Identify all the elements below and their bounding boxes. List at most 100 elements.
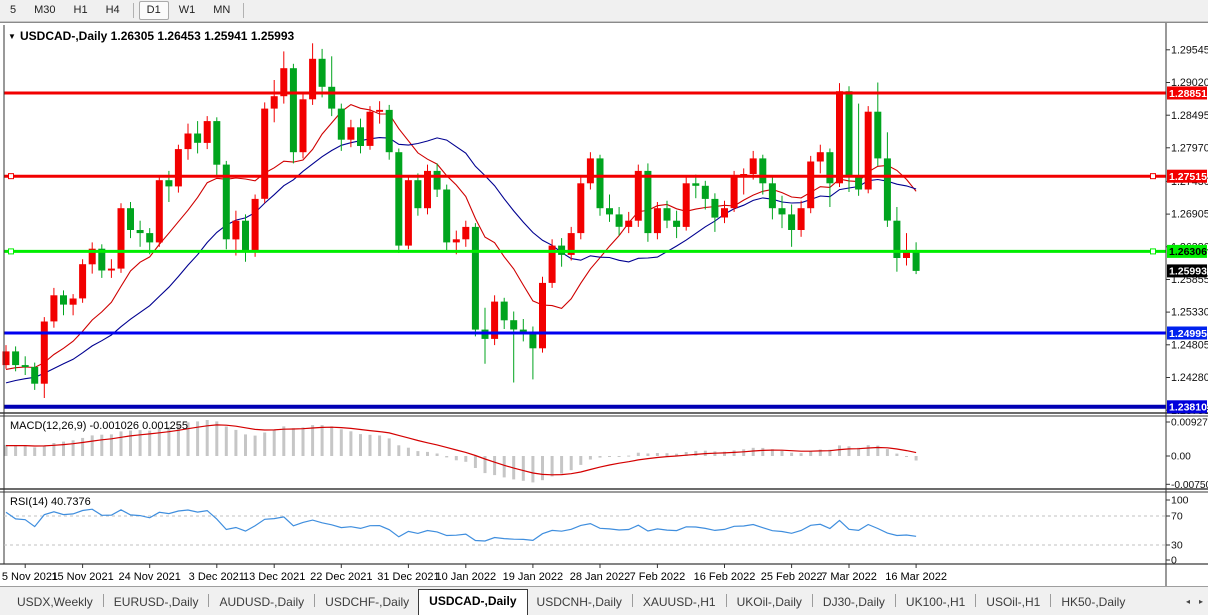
- tab-eurusd-daily[interactable]: EURUSD-,Daily: [105, 590, 208, 615]
- tab-separator: [811, 594, 813, 607]
- candle-body: [577, 183, 585, 234]
- tab-usdcad-daily[interactable]: USDCAD-,Daily: [418, 589, 528, 615]
- date-tick-label: 31 Dec 2021: [377, 571, 439, 583]
- tab-separator: [314, 594, 316, 607]
- tab-separator: [1050, 594, 1052, 607]
- candle-body: [50, 295, 58, 322]
- macd-histogram-bar: [253, 435, 257, 456]
- macd-histogram-bar: [799, 453, 803, 456]
- candle-body: [395, 152, 403, 246]
- macd-histogram-bar: [23, 446, 27, 456]
- tab-usdx-weekly[interactable]: USDX,Weekly: [8, 590, 102, 615]
- candle-body: [836, 91, 843, 184]
- tab-uk100-h1[interactable]: UK100-,H1: [897, 590, 974, 615]
- candle-body: [845, 91, 853, 178]
- macd-histogram-bar: [368, 434, 372, 456]
- hline-handle[interactable]: [8, 248, 14, 255]
- candle-body: [653, 208, 661, 234]
- tab-separator: [725, 594, 727, 607]
- tab-usdchf-daily[interactable]: USDCHF-,Daily: [316, 590, 418, 615]
- price-tick-label: 1.24280: [1171, 372, 1208, 384]
- candle-body: [433, 170, 441, 190]
- tab-separator: [631, 594, 633, 607]
- timeframe-toolbar: 5 M30 H1 H4 D1 W1 MN: [0, 0, 1208, 22]
- toolbar-separator: [132, 3, 134, 18]
- macd-histogram-bar: [71, 440, 75, 456]
- macd-histogram-bar: [560, 456, 564, 474]
- tab-usoil-h1[interactable]: USOil-,H1: [977, 590, 1049, 615]
- macd-histogram-bar: [665, 453, 669, 456]
- hline-handle[interactable]: [1150, 173, 1156, 180]
- hline-handle[interactable]: [1150, 248, 1156, 255]
- macd-histogram-bar: [14, 445, 18, 456]
- symbol-tabbar: USDX,Weekly EURUSD-,Daily AUDUSD-,Daily …: [0, 586, 1208, 615]
- candle-body: [759, 158, 767, 184]
- macd-histogram-bar: [301, 427, 305, 456]
- macd-histogram-bar: [579, 456, 583, 465]
- candle-body: [385, 109, 393, 153]
- candle-body: [912, 251, 920, 271]
- date-tick-label: 7 Feb 2022: [630, 571, 686, 583]
- tab-scroll-left-icon[interactable]: ◂: [1186, 597, 1190, 607]
- timeframe-button-m30[interactable]: M30: [26, 1, 63, 20]
- price-tick-label: 1.24805: [1171, 339, 1208, 351]
- timeframe-button-d1[interactable]: D1: [138, 1, 169, 20]
- macd-histogram-bar: [521, 456, 525, 481]
- rsi-label: RSI(14) 40.7376: [10, 496, 91, 508]
- candle-body: [376, 109, 384, 112]
- tab-hk50-daily[interactable]: HK50-,Daily: [1052, 590, 1134, 615]
- price-tick-label: 1.29545: [1171, 44, 1208, 56]
- candle-body: [69, 298, 77, 305]
- candle-body: [883, 158, 891, 221]
- tab-usdcnh-daily[interactable]: USDCNH-,Daily: [528, 590, 631, 615]
- macd-histogram-bar: [81, 437, 85, 456]
- candle-body: [826, 152, 834, 184]
- hline-handle[interactable]: [8, 173, 14, 180]
- candle-body: [146, 233, 154, 243]
- tab-audusd-daily[interactable]: AUDUSD-,Daily: [210, 590, 313, 615]
- rsi-tick-label: 30: [1171, 540, 1183, 552]
- chart-window[interactable]: 1.295451.290201.284951.279701.274301.269…: [0, 22, 1208, 587]
- candle-body: [232, 220, 240, 240]
- macd-histogram-bar: [426, 451, 429, 456]
- macd-histogram-bar: [129, 430, 132, 456]
- tab-dj30-daily[interactable]: DJ30-,Daily: [814, 590, 894, 615]
- candle-body: [31, 366, 39, 384]
- macd-histogram-bar: [378, 435, 382, 456]
- chart-title-text: USDCAD-,Daily 1.26305 1.26453 1.25941 1.…: [20, 29, 295, 43]
- timeframe-button-h1[interactable]: H1: [66, 1, 96, 20]
- candle-body: [749, 158, 757, 174]
- candle-body: [586, 158, 594, 184]
- macd-tick-label: 0.00: [1171, 452, 1191, 463]
- date-tick-label: 25 Feb 2022: [761, 571, 823, 583]
- tab-scroll-right-icon[interactable]: ▸: [1199, 597, 1203, 607]
- candle-body: [855, 177, 863, 190]
- tab-xauusd-h1[interactable]: XAUUSD-,H1: [634, 590, 725, 615]
- timeframe-button-w1[interactable]: W1: [171, 1, 204, 20]
- timeframe-button-mn[interactable]: MN: [205, 1, 238, 20]
- rsi-tick-label: 100: [1171, 495, 1189, 507]
- tab-separator: [102, 594, 104, 607]
- candle-body: [357, 127, 364, 146]
- timeframe-button-m5[interactable]: 5: [2, 1, 24, 20]
- macd-histogram-bar: [780, 450, 784, 456]
- tab-ukoil-daily[interactable]: UKOil-,Daily: [728, 590, 811, 615]
- macd-histogram-bar: [905, 456, 908, 457]
- candle-body: [721, 208, 728, 218]
- candle-body: [778, 208, 786, 215]
- candle-body: [452, 239, 460, 243]
- candle-body: [251, 198, 259, 252]
- macd-histogram-bar: [416, 451, 420, 456]
- macd-histogram-bar: [627, 455, 631, 457]
- candle-body: [136, 230, 144, 234]
- macd-histogram-bar: [349, 431, 353, 456]
- macd-histogram-bar: [550, 456, 554, 477]
- chart-title: ▼ USDCAD-,Daily 1.26305 1.26453 1.25941 1…: [8, 29, 295, 43]
- macd-histogram-bar: [33, 447, 37, 456]
- date-tick-label: 7 Mar 2022: [821, 571, 877, 583]
- candle-body: [21, 365, 29, 367]
- macd-histogram-bar: [608, 456, 611, 457]
- macd-histogram-bar: [291, 428, 295, 456]
- timeframe-button-h4[interactable]: H4: [98, 1, 128, 20]
- macd-histogram-bar: [895, 453, 899, 456]
